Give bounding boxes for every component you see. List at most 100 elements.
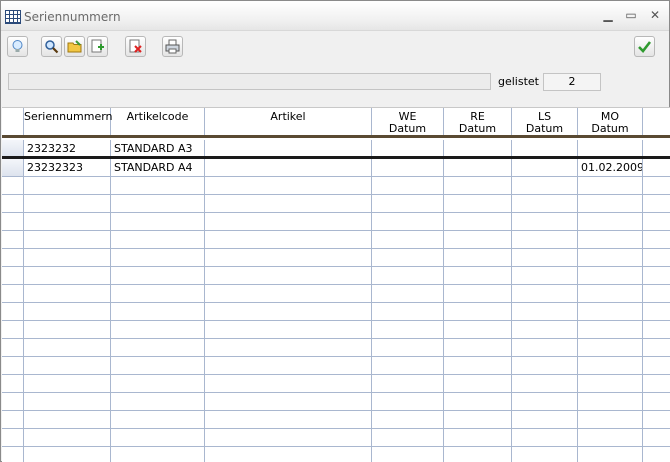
- header-re-date[interactable]: RE Datum: [444, 108, 512, 135]
- cell-article[interactable]: [205, 159, 372, 177]
- row-selector: [2, 231, 24, 249]
- empty-cell: [24, 375, 111, 393]
- empty-row: [2, 447, 670, 462]
- empty-cell: [111, 447, 205, 462]
- header-mo-date[interactable]: MO Datum: [578, 108, 643, 135]
- empty-cell: [205, 429, 372, 447]
- empty-cell: [444, 285, 512, 303]
- empty-cell: [578, 177, 643, 195]
- folder-icon: [67, 40, 82, 53]
- empty-cell: [512, 249, 578, 267]
- search-button[interactable]: [41, 36, 62, 57]
- header-code[interactable]: Artikelcode: [111, 108, 205, 135]
- empty-cell: [205, 321, 372, 339]
- empty-cell: [111, 249, 205, 267]
- empty-cell: [205, 393, 372, 411]
- empty-cell: [578, 195, 643, 213]
- cell-re-date[interactable]: [444, 159, 512, 177]
- cell-serial[interactable]: 23232323: [24, 159, 111, 177]
- empty-cell: [578, 285, 643, 303]
- listed-label: gelistet: [498, 75, 539, 88]
- table-header: Seriennummern Artikelcode Artikel WE Dat…: [2, 108, 670, 138]
- empty-cell: [24, 267, 111, 285]
- empty-row: [2, 267, 670, 285]
- empty-cell: [24, 195, 111, 213]
- filter-field[interactable]: [8, 73, 491, 90]
- header-mo-sub: Datum: [591, 122, 629, 135]
- header-we-date[interactable]: WE Datum: [372, 108, 444, 135]
- empty-cell: [111, 177, 205, 195]
- empty-cell: [512, 411, 578, 429]
- open-button[interactable]: [64, 36, 85, 57]
- empty-cell: [111, 303, 205, 321]
- empty-cell: [205, 339, 372, 357]
- header-serial[interactable]: Seriennummern: [24, 108, 113, 135]
- row-selector[interactable]: [2, 159, 24, 177]
- empty-cell: [372, 339, 444, 357]
- magnifier-icon: [45, 40, 59, 54]
- empty-cell: [205, 411, 372, 429]
- cell-mo-date[interactable]: 01.02.2009: [578, 159, 643, 177]
- title-bar[interactable]: Seriennummern ▁ ▭ ✕: [1, 1, 669, 31]
- print-button[interactable]: [162, 36, 183, 57]
- empty-cell: [24, 429, 111, 447]
- new-button[interactable]: [87, 36, 108, 57]
- empty-cell: [111, 411, 205, 429]
- maximize-icon[interactable]: ▭: [623, 8, 639, 22]
- empty-cell: [444, 411, 512, 429]
- empty-cell: [205, 447, 372, 462]
- header-ls-date[interactable]: LS Datum: [512, 108, 578, 135]
- delete-document-icon: [129, 39, 142, 53]
- empty-cell: [24, 339, 111, 357]
- cell-ls-date[interactable]: [512, 159, 578, 177]
- row-selector: [2, 429, 24, 447]
- empty-cell: [372, 177, 444, 195]
- empty-row: [2, 177, 670, 195]
- confirm-button[interactable]: [634, 36, 655, 57]
- empty-cell: [444, 321, 512, 339]
- table-row[interactable]: 23232323 STANDARD A4 01.02.2009: [2, 159, 670, 177]
- row-selector: [2, 393, 24, 411]
- empty-cell: [643, 393, 670, 411]
- empty-cell: [643, 249, 670, 267]
- empty-cell: [24, 393, 111, 411]
- empty-cell: [205, 267, 372, 285]
- empty-cell: [643, 285, 670, 303]
- new-document-icon: [91, 39, 104, 53]
- empty-cell: [512, 357, 578, 375]
- empty-cell: [643, 339, 670, 357]
- empty-cell: [444, 447, 512, 462]
- delete-button[interactable]: [125, 36, 146, 57]
- header-code-label: Artikelcode: [126, 110, 189, 123]
- empty-cell: [578, 321, 643, 339]
- row-selector: [2, 195, 24, 213]
- empty-cell: [205, 303, 372, 321]
- empty-cell: [444, 357, 512, 375]
- empty-cell: [643, 303, 670, 321]
- empty-cell: [512, 285, 578, 303]
- close-icon[interactable]: ✕: [647, 8, 663, 22]
- header-we-sub: Datum: [388, 122, 427, 135]
- empty-cell: [578, 447, 643, 462]
- row-selector: [2, 303, 24, 321]
- cell-we-date[interactable]: [372, 159, 444, 177]
- row-selector: [2, 411, 24, 429]
- empty-cell: [512, 321, 578, 339]
- hint-button[interactable]: [7, 36, 28, 57]
- header-article[interactable]: Artikel: [205, 108, 372, 135]
- empty-row: [2, 357, 670, 375]
- empty-cell: [372, 447, 444, 462]
- minimize-icon[interactable]: ▁: [600, 8, 616, 22]
- empty-row: [2, 249, 670, 267]
- empty-cell: [111, 429, 205, 447]
- cell-code[interactable]: STANDARD A4: [111, 159, 205, 177]
- row-selector: [2, 213, 24, 231]
- empty-cell: [444, 249, 512, 267]
- cell-extra[interactable]: [643, 159, 670, 177]
- empty-cell: [444, 267, 512, 285]
- empty-cell: [372, 285, 444, 303]
- empty-cell: [205, 231, 372, 249]
- empty-cell: [512, 231, 578, 249]
- empty-cell: [512, 195, 578, 213]
- empty-cell: [444, 177, 512, 195]
